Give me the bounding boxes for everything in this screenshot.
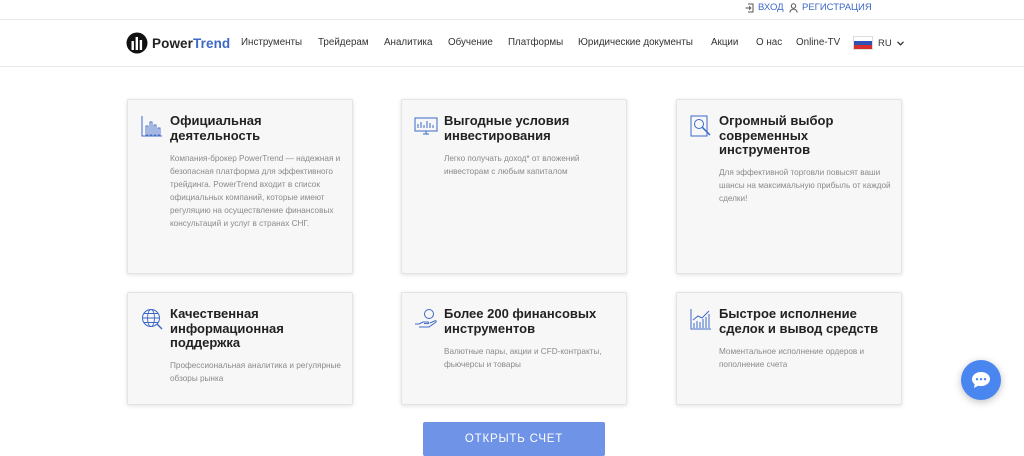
- feature-card-text: Моментальное исполнение ордеров и пополн…: [719, 347, 865, 369]
- user-icon: [789, 2, 798, 13]
- nav-analytics[interactable]: Аналитика: [384, 37, 433, 48]
- chat-bubble-icon: [972, 372, 990, 388]
- feature-card-official: Официальная деятельность Компания-брокер…: [127, 99, 353, 274]
- growth-chart-icon: [690, 309, 711, 330]
- feature-card-financial-instruments: Более 200 финансовых инструментов Валютн…: [401, 292, 627, 405]
- hand-coin-icon: [415, 309, 437, 328]
- feature-card-title: Выгодные условия инвестирования: [444, 113, 570, 143]
- logo[interactable]: PowerTrend: [126, 32, 230, 54]
- feature-card-investment: Выгодные условия инвестирования Легко по…: [401, 99, 627, 274]
- powertrend-logo-icon: [126, 32, 148, 54]
- nav-education[interactable]: Обучение: [448, 37, 493, 48]
- logo-text-trend: Trend: [193, 35, 231, 51]
- feature-card-text: Для эффективной торговли повысят ваши ша…: [719, 168, 891, 203]
- main-header: PowerTrend Инструменты Трейдерам Аналити…: [0, 20, 1024, 67]
- nav-platforms[interactable]: Платформы: [508, 37, 563, 48]
- top-bar: ВХОД РЕГИСТРАЦИЯ: [0, 0, 1024, 20]
- bar-chart-icon: [141, 116, 162, 137]
- language-selector[interactable]: RU: [853, 36, 904, 50]
- nav-about[interactable]: О нас: [756, 37, 782, 48]
- chat-button[interactable]: [961, 360, 1001, 400]
- nav-promotions[interactable]: Акции: [711, 37, 738, 48]
- nav-legal-documents[interactable]: Юридические документы: [578, 37, 693, 48]
- register-link[interactable]: РЕГИСТРАЦИЯ: [789, 2, 872, 13]
- login-icon: [745, 3, 754, 12]
- feature-card-title: Официальная деятельность: [170, 113, 262, 143]
- register-label: РЕГИСТРАЦИЯ: [802, 2, 872, 13]
- feature-card-instruments: Огромный выбор современных инструментов …: [676, 99, 902, 274]
- feature-card-fast-execution: Быстрое исполнение сделок и вывод средст…: [676, 292, 902, 405]
- monitor-chart-icon: [414, 117, 438, 135]
- feature-card-support: Качественная информационная поддержка Пр…: [127, 292, 353, 405]
- feature-card-text: Валютные пары, акции и CFD-контракты, фь…: [444, 347, 602, 369]
- search-document-icon: [690, 115, 711, 137]
- logo-text: PowerTrend: [152, 36, 230, 51]
- feature-card-title: Более 200 финансовых инструментов: [444, 306, 597, 336]
- chevron-down-icon: [896, 40, 904, 46]
- nav-online-tv[interactable]: Online-TV: [796, 37, 840, 48]
- nav-traders[interactable]: Трейдерам: [318, 37, 369, 48]
- feature-card-title: Быстрое исполнение сделок и вывод средст…: [719, 306, 879, 336]
- login-label: ВХОД: [758, 2, 784, 13]
- nav-instruments[interactable]: Инструменты: [241, 37, 302, 48]
- globe-support-icon: [142, 309, 163, 330]
- feature-card-text: Профессиональная аналитика и регулярные …: [170, 361, 341, 383]
- russia-flag-icon: [853, 36, 873, 50]
- logo-text-power: Power: [152, 35, 194, 51]
- language-label: RU: [878, 37, 892, 49]
- open-account-button[interactable]: ОТКРЫТЬ СЧЕТ: [423, 422, 605, 456]
- feature-card-text: Компания-брокер PowerTrend — надежная и …: [170, 154, 341, 228]
- feature-card-title: Огромный выбор современных инструментов: [719, 113, 834, 157]
- feature-card-title: Качественная информационная поддержка: [170, 306, 284, 350]
- login-link[interactable]: ВХОД: [745, 2, 784, 13]
- feature-card-text: Легко получать доход* от вложений инвест…: [444, 154, 580, 176]
